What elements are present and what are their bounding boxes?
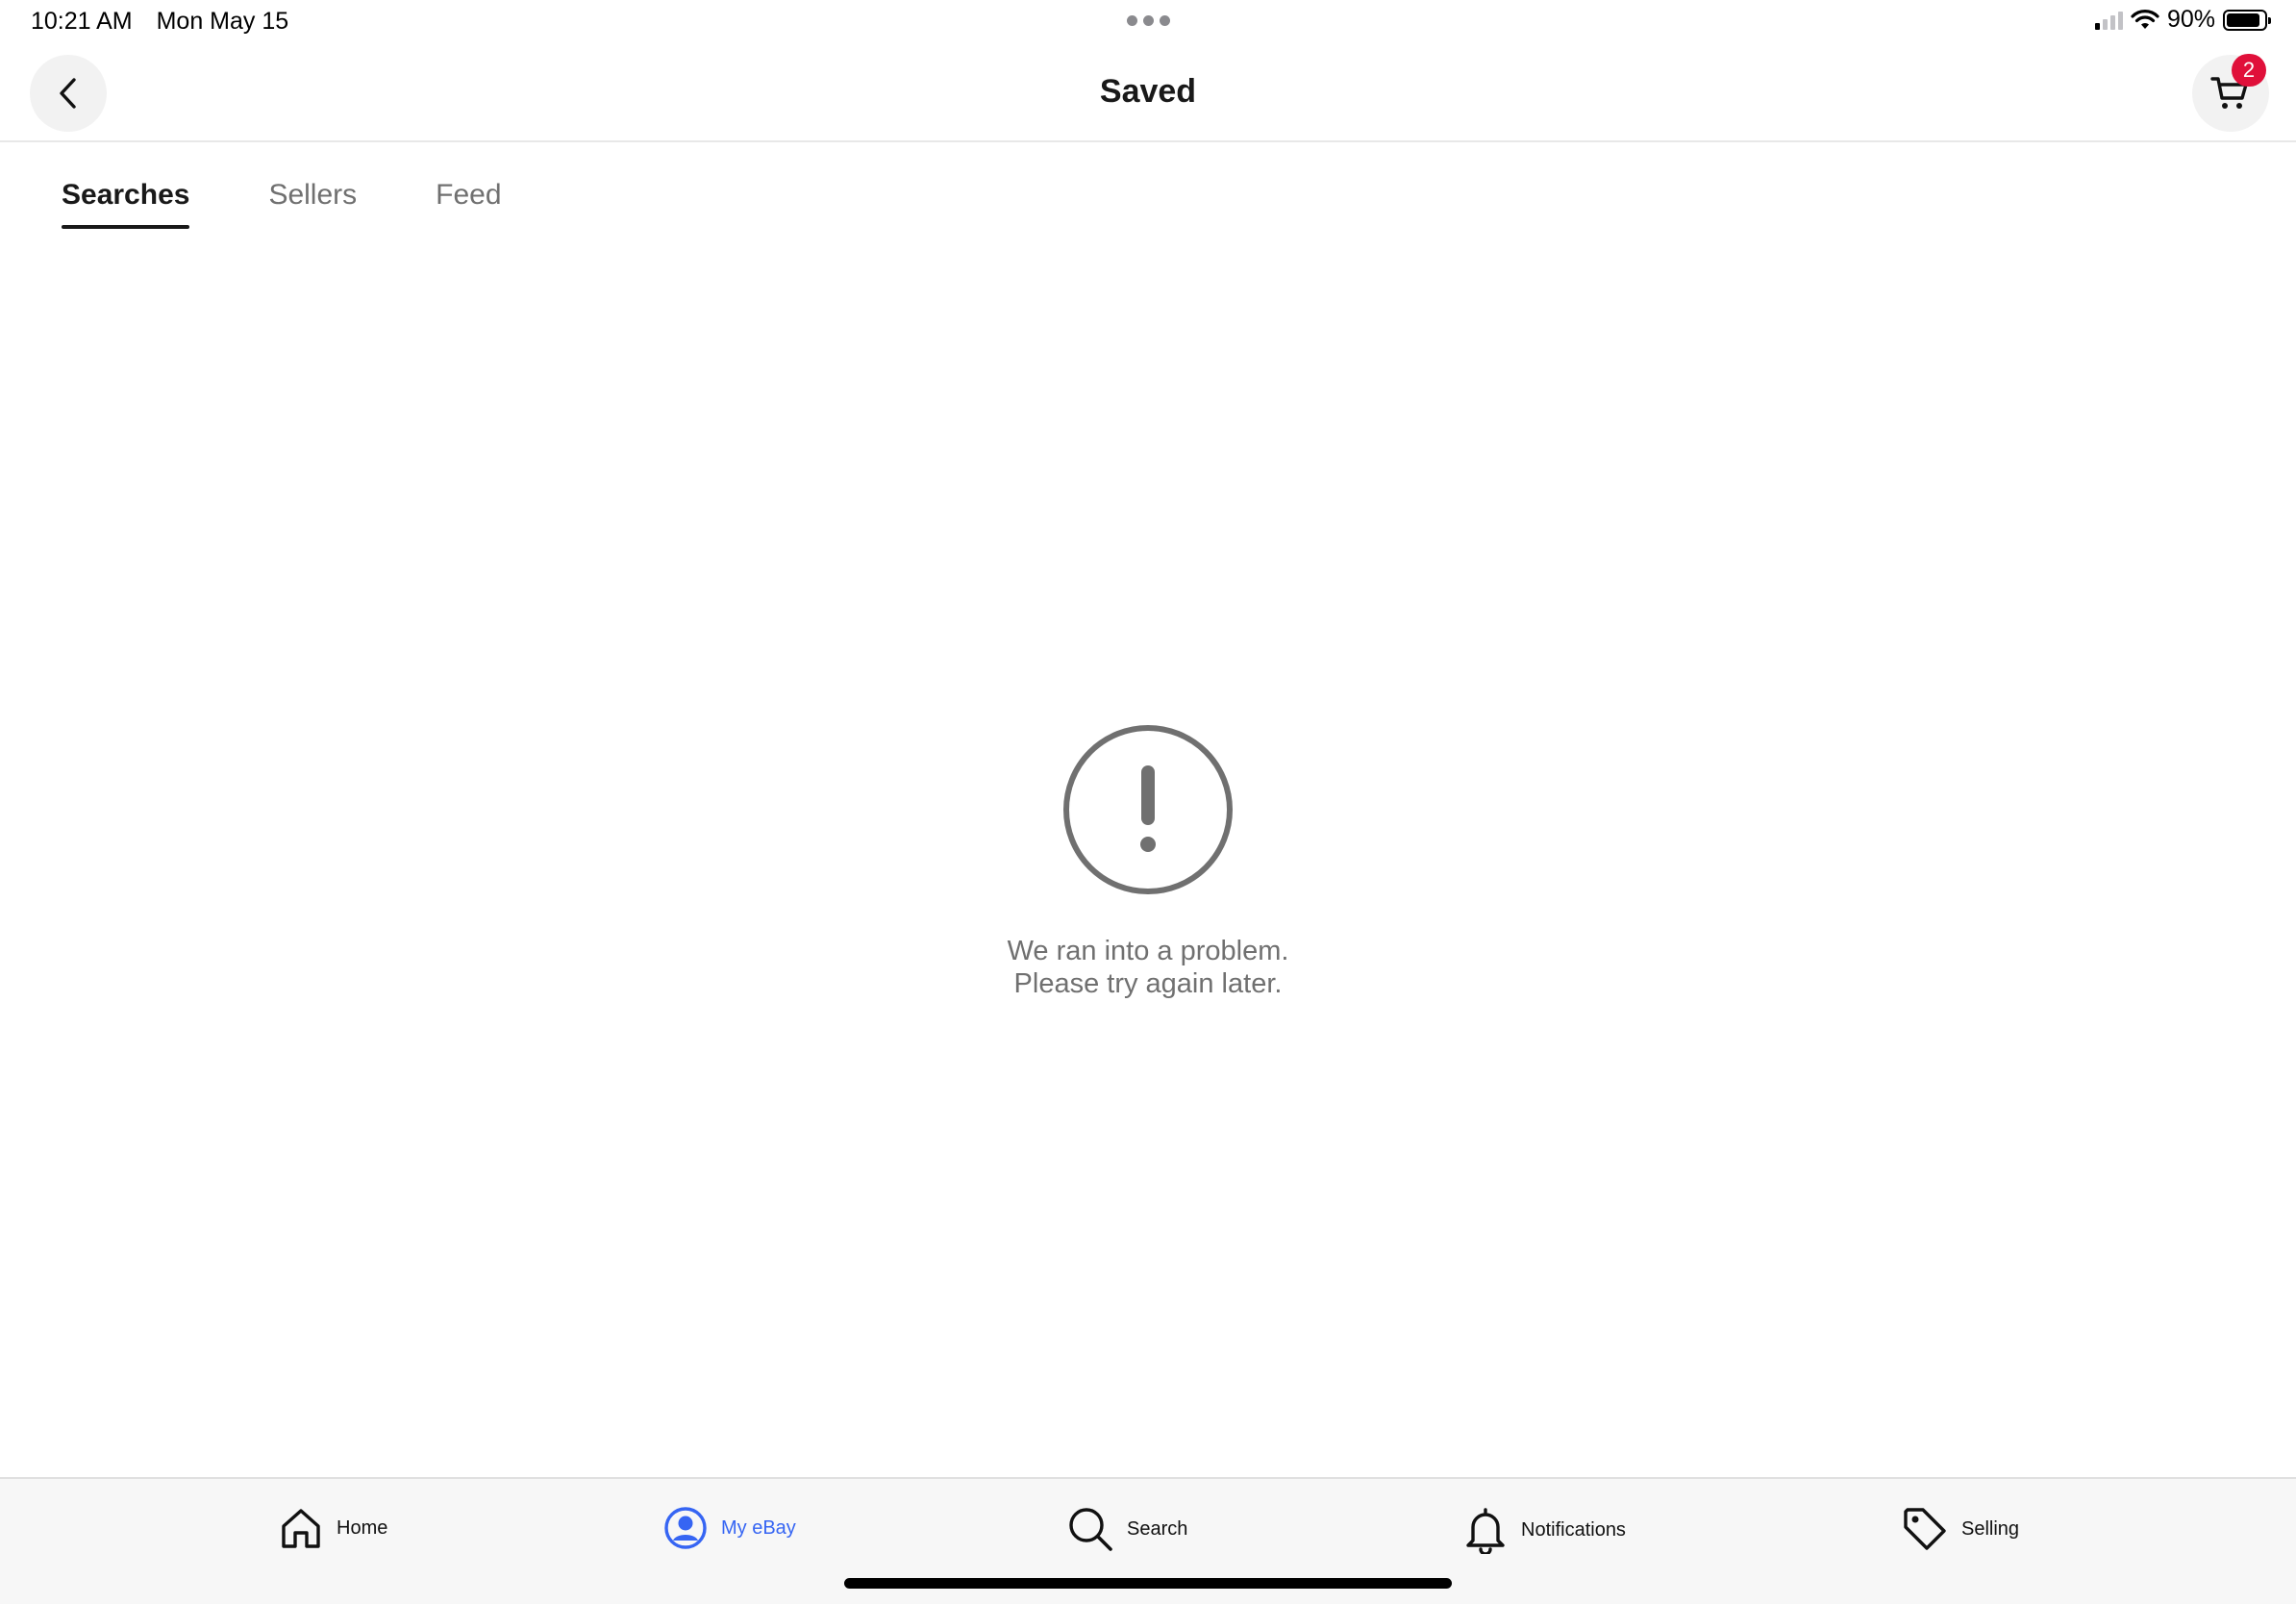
nav-selling-label: Selling (1961, 1517, 2020, 1540)
status-datetime: 10:21 AM Mon May 15 (31, 8, 306, 36)
nav-home-label: Home (337, 1516, 388, 1539)
error-line-2: Please try again later. (1013, 968, 1283, 999)
battery-icon (2223, 9, 2271, 31)
home-icon (282, 1509, 320, 1548)
cart-button[interactable]: 2 (2192, 54, 2269, 132)
nav-notifications-label: Notifications (1521, 1518, 1626, 1541)
exclamation-circle-icon (1063, 725, 1233, 894)
nav-notifications[interactable]: Notifications (1463, 1506, 1626, 1554)
error-line-1: We ran into a problem. (1007, 936, 1289, 966)
search-icon (1069, 1508, 1112, 1551)
nav-my-ebay[interactable]: My eBay (663, 1506, 796, 1550)
cart-count-badge: 2 (2232, 54, 2266, 87)
tab-feed[interactable]: Feed (436, 179, 501, 229)
nav-search[interactable]: Search (1067, 1506, 1187, 1552)
error-state: We ran into a problem. Please try again … (0, 723, 2296, 1000)
top-navigation-bar: Saved 2 (0, 46, 2296, 142)
page-title: Saved (1099, 73, 1197, 110)
bell-icon (1466, 1508, 1505, 1554)
battery-percent: 90% (2166, 6, 2215, 33)
nav-my-ebay-label: My eBay (721, 1516, 796, 1539)
error-message: We ran into a problem. Please try again … (1008, 935, 1289, 1000)
nav-selling[interactable]: Selling (1902, 1506, 2019, 1552)
cellular-signal-icon (2094, 11, 2123, 30)
saved-page: 10:21 AM Mon May 15 90% Saved 2 Searches… (0, 0, 2296, 1604)
multitasking-dots-icon[interactable] (1127, 15, 1170, 26)
home-indicator[interactable] (844, 1578, 1452, 1589)
user-icon (664, 1507, 707, 1549)
status-time: 10:21 AM (31, 8, 133, 35)
tab-sellers[interactable]: Sellers (268, 179, 357, 229)
tag-icon (1904, 1508, 1946, 1550)
status-bar: 10:21 AM Mon May 15 90% (0, 0, 2296, 46)
status-indicators: 90% (2094, 6, 2271, 34)
wifi-icon (2131, 9, 2159, 29)
saved-tabs: Searches Sellers Feed (62, 179, 502, 229)
nav-search-label: Search (1127, 1517, 1188, 1540)
nav-home[interactable]: Home (279, 1506, 387, 1550)
tab-searches[interactable]: Searches (62, 179, 190, 229)
status-date: Mon May 15 (156, 8, 289, 35)
